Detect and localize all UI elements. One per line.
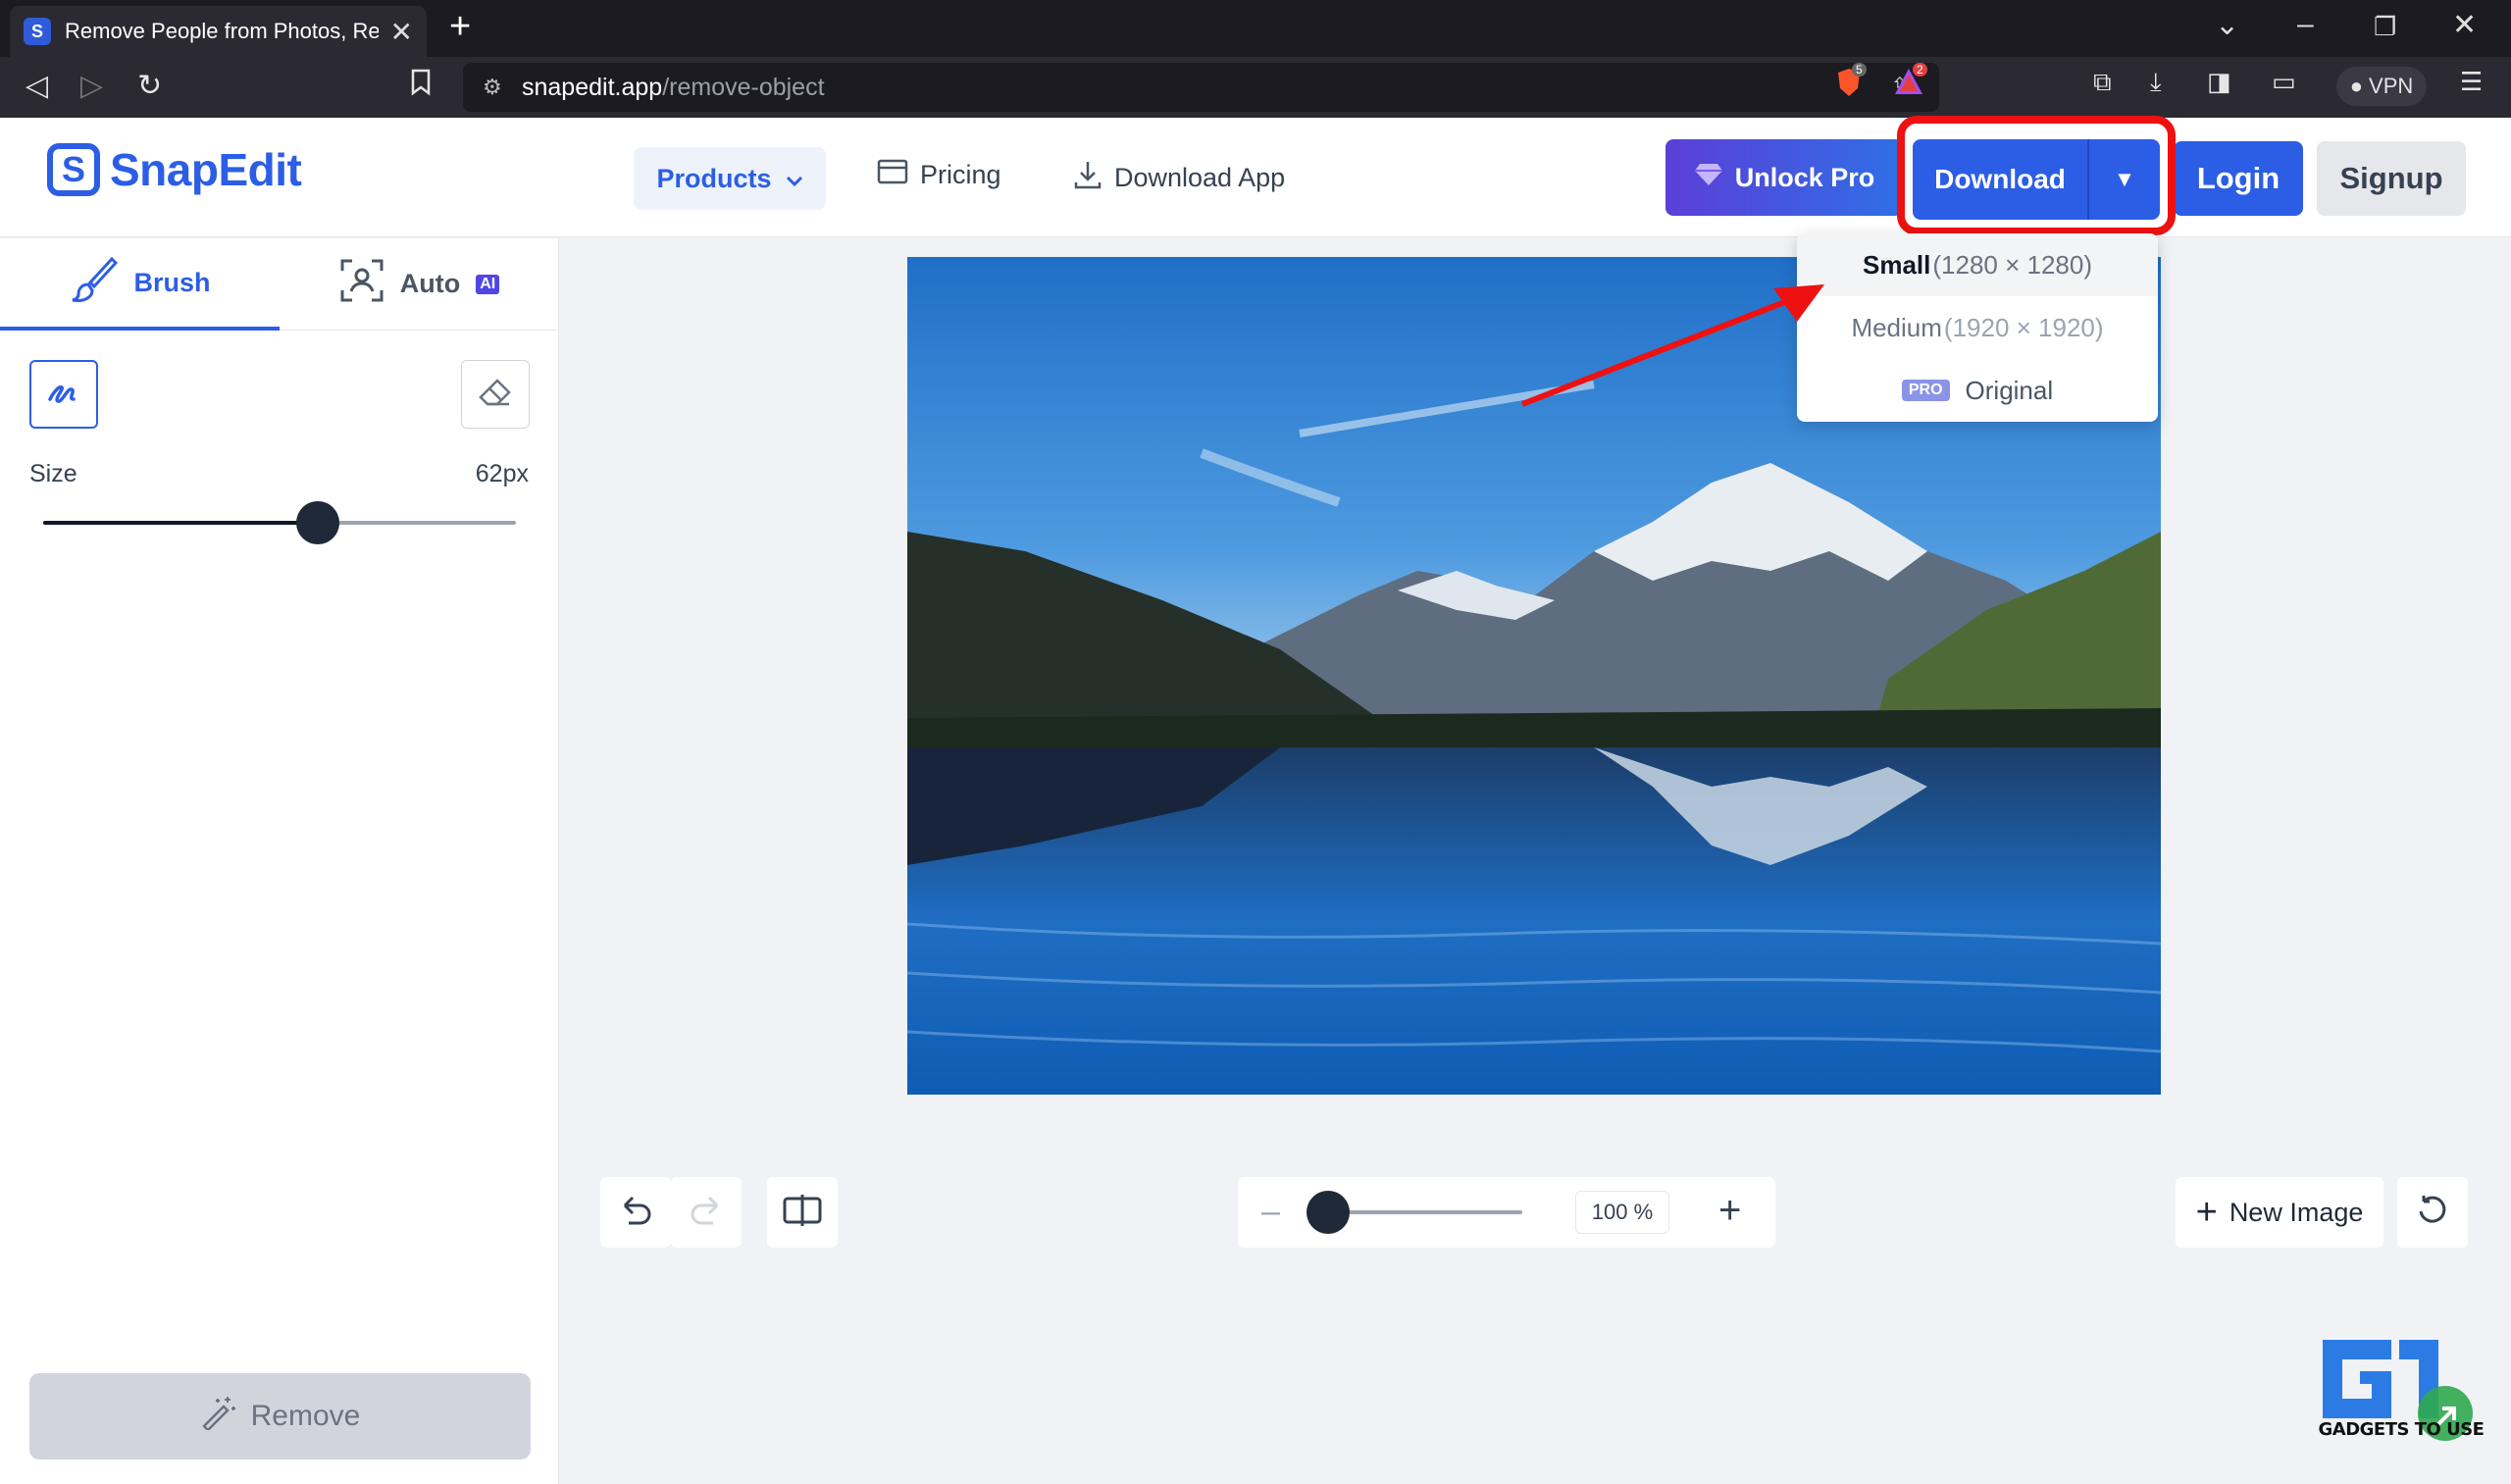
- unlock-pro-button[interactable]: Unlock Pro: [1665, 139, 1903, 216]
- tab-auto[interactable]: Auto AI: [280, 238, 559, 331]
- brush-tool-button[interactable]: [29, 360, 98, 429]
- brave-count-badge: 5: [1852, 63, 1867, 77]
- close-tab-icon[interactable]: ✕: [390, 16, 413, 48]
- new-image-label: New Image: [2229, 1197, 2364, 1227]
- tab-brush-label: Brush: [133, 267, 211, 297]
- forward-icon[interactable]: ▷: [80, 69, 103, 103]
- restore-icon[interactable]: ❐: [2374, 12, 2396, 42]
- watermark-text: GADGETS TO USE: [2318, 1419, 2485, 1440]
- address-bar[interactable]: ⚙ snapedit.app/remove-object ⇪: [463, 63, 1939, 112]
- snapedit-favicon-icon: S: [24, 18, 51, 45]
- magic-wand-icon: [200, 1395, 237, 1438]
- pro-badge: PRO: [1901, 380, 1950, 401]
- zoom-slider[interactable]: [1307, 1191, 1522, 1234]
- reset-rotate-icon: [2416, 1194, 2449, 1232]
- option-small-name: Small: [1862, 249, 1931, 280]
- wallet-icon[interactable]: ▭: [2272, 67, 2296, 97]
- zoom-slider-thumb[interactable]: [1307, 1191, 1350, 1234]
- download-option-original[interactable]: PRO Original: [1797, 359, 2158, 422]
- products-label: Products: [656, 163, 772, 193]
- reload-icon[interactable]: ↻: [137, 69, 162, 103]
- minimize-icon[interactable]: –: [2297, 8, 2314, 41]
- size-slider-thumb[interactable]: [295, 501, 339, 544]
- download-app-link[interactable]: Download App: [1073, 159, 1285, 197]
- size-value: 62px: [475, 460, 529, 487]
- snapedit-logo[interactable]: S SnapEdit: [47, 143, 302, 196]
- compare-split-icon: [783, 1194, 822, 1231]
- compare-button[interactable]: [767, 1177, 838, 1248]
- gadgets-to-use-watermark: GADGETS TO USE: [2313, 1330, 2489, 1448]
- download-app-label: Download App: [1114, 163, 1286, 192]
- pricing-label: Pricing: [920, 160, 1001, 189]
- downloads-icon[interactable]: ⤓: [2150, 67, 2162, 98]
- remove-label: Remove: [250, 1400, 361, 1432]
- option-medium-name: Medium: [1851, 312, 1942, 342]
- person-scan-icon: [339, 258, 384, 310]
- browser-tab[interactable]: S Remove People from Photos, Rer ✕: [10, 6, 427, 57]
- menu-icon[interactable]: ☰: [2460, 67, 2483, 97]
- download-option-medium[interactable]: Medium (1920 × 1920): [1797, 296, 2158, 359]
- eraser-tool-button[interactable]: [461, 360, 530, 429]
- tab-title: Remove People from Photos, Rer: [65, 19, 379, 43]
- zoom-out-icon[interactable]: –: [1261, 1193, 1280, 1231]
- logo-text: SnapEdit: [110, 144, 302, 195]
- brush-icon: [69, 255, 119, 311]
- size-slider[interactable]: [43, 501, 516, 544]
- download-highlight-annotation: [1897, 116, 2176, 235]
- tab-list-chevron-icon[interactable]: ⌄: [2215, 8, 2239, 42]
- redo-button[interactable]: [671, 1177, 742, 1248]
- rewards-count-badge: 2: [1913, 63, 1927, 77]
- diamond-icon: [1694, 162, 1723, 194]
- unlock-pro-label: Unlock Pro: [1734, 162, 1875, 192]
- reset-button[interactable]: [2397, 1177, 2468, 1248]
- pricing-icon: [877, 159, 908, 191]
- option-small-dims: (1280 × 1280): [1932, 249, 2092, 280]
- tab-auto-label: Auto: [399, 269, 461, 298]
- red-arrow-annotation: [1520, 284, 1824, 407]
- tab-brush[interactable]: Brush: [0, 238, 280, 331]
- remove-button[interactable]: Remove: [29, 1373, 531, 1459]
- tool-panel: Brush Auto AI Size 62px Remove: [0, 238, 559, 1484]
- vpn-button[interactable]: ● VPN: [2336, 67, 2427, 106]
- download-icon: [1073, 159, 1102, 197]
- url-host: snapedit.app: [522, 73, 663, 101]
- browser-tab-bar: S Remove People from Photos, Rer ✕ + ⌄ –…: [0, 0, 2511, 57]
- redo-icon: [690, 1196, 723, 1230]
- signup-button[interactable]: Signup: [2317, 141, 2466, 216]
- zoom-in-icon[interactable]: +: [1718, 1189, 1741, 1233]
- option-original-name: Original: [1965, 375, 2054, 405]
- plus-icon: +: [2195, 1191, 2218, 1233]
- browser-nav-bar: ◁ ▷ ↻ ⚙ snapedit.app/remove-object ⇪ 5 2…: [0, 57, 2511, 118]
- site-settings-icon[interactable]: ⚙: [483, 75, 502, 100]
- pricing-link[interactable]: Pricing: [877, 159, 1001, 191]
- download-option-small[interactable]: Small (1280 × 1280): [1797, 233, 2158, 296]
- brave-shields-icon[interactable]: 5: [1834, 63, 1867, 105]
- zoom-value[interactable]: 100 %: [1575, 1191, 1669, 1234]
- zoom-control: – 100 % +: [1238, 1177, 1775, 1248]
- back-icon[interactable]: ◁: [26, 69, 48, 103]
- new-tab-icon[interactable]: +: [449, 6, 471, 48]
- undo-button[interactable]: [600, 1177, 671, 1248]
- ai-badge: AI: [476, 274, 500, 294]
- sidebar-icon[interactable]: ◨: [2207, 67, 2231, 97]
- url-path: /remove-object: [662, 73, 825, 101]
- logo-mark-icon: S: [47, 143, 100, 196]
- close-window-icon[interactable]: ✕: [2452, 8, 2477, 42]
- size-label: Size: [29, 460, 77, 487]
- brush-stroke-icon: [46, 378, 81, 412]
- chevron-down-icon: [786, 164, 803, 194]
- new-image-button[interactable]: + New Image: [2176, 1177, 2383, 1248]
- products-menu[interactable]: Products: [634, 147, 826, 210]
- vpn-status-icon: ●: [2349, 74, 2364, 98]
- login-button[interactable]: Login: [2174, 141, 2303, 216]
- bookmark-icon[interactable]: [410, 69, 432, 104]
- vpn-label: VPN: [2369, 74, 2414, 98]
- eraser-icon: [478, 377, 513, 413]
- option-medium-dims: (1920 × 1920): [1943, 312, 2104, 342]
- size-slider-fill: [43, 521, 318, 525]
- extensions-icon[interactable]: ⧉: [2093, 67, 2112, 98]
- brave-rewards-icon[interactable]: 2: [1893, 63, 1927, 103]
- download-size-menu: Small (1280 × 1280) Medium (1920 × 1920) P…: [1797, 233, 2158, 422]
- undo-icon: [619, 1196, 652, 1230]
